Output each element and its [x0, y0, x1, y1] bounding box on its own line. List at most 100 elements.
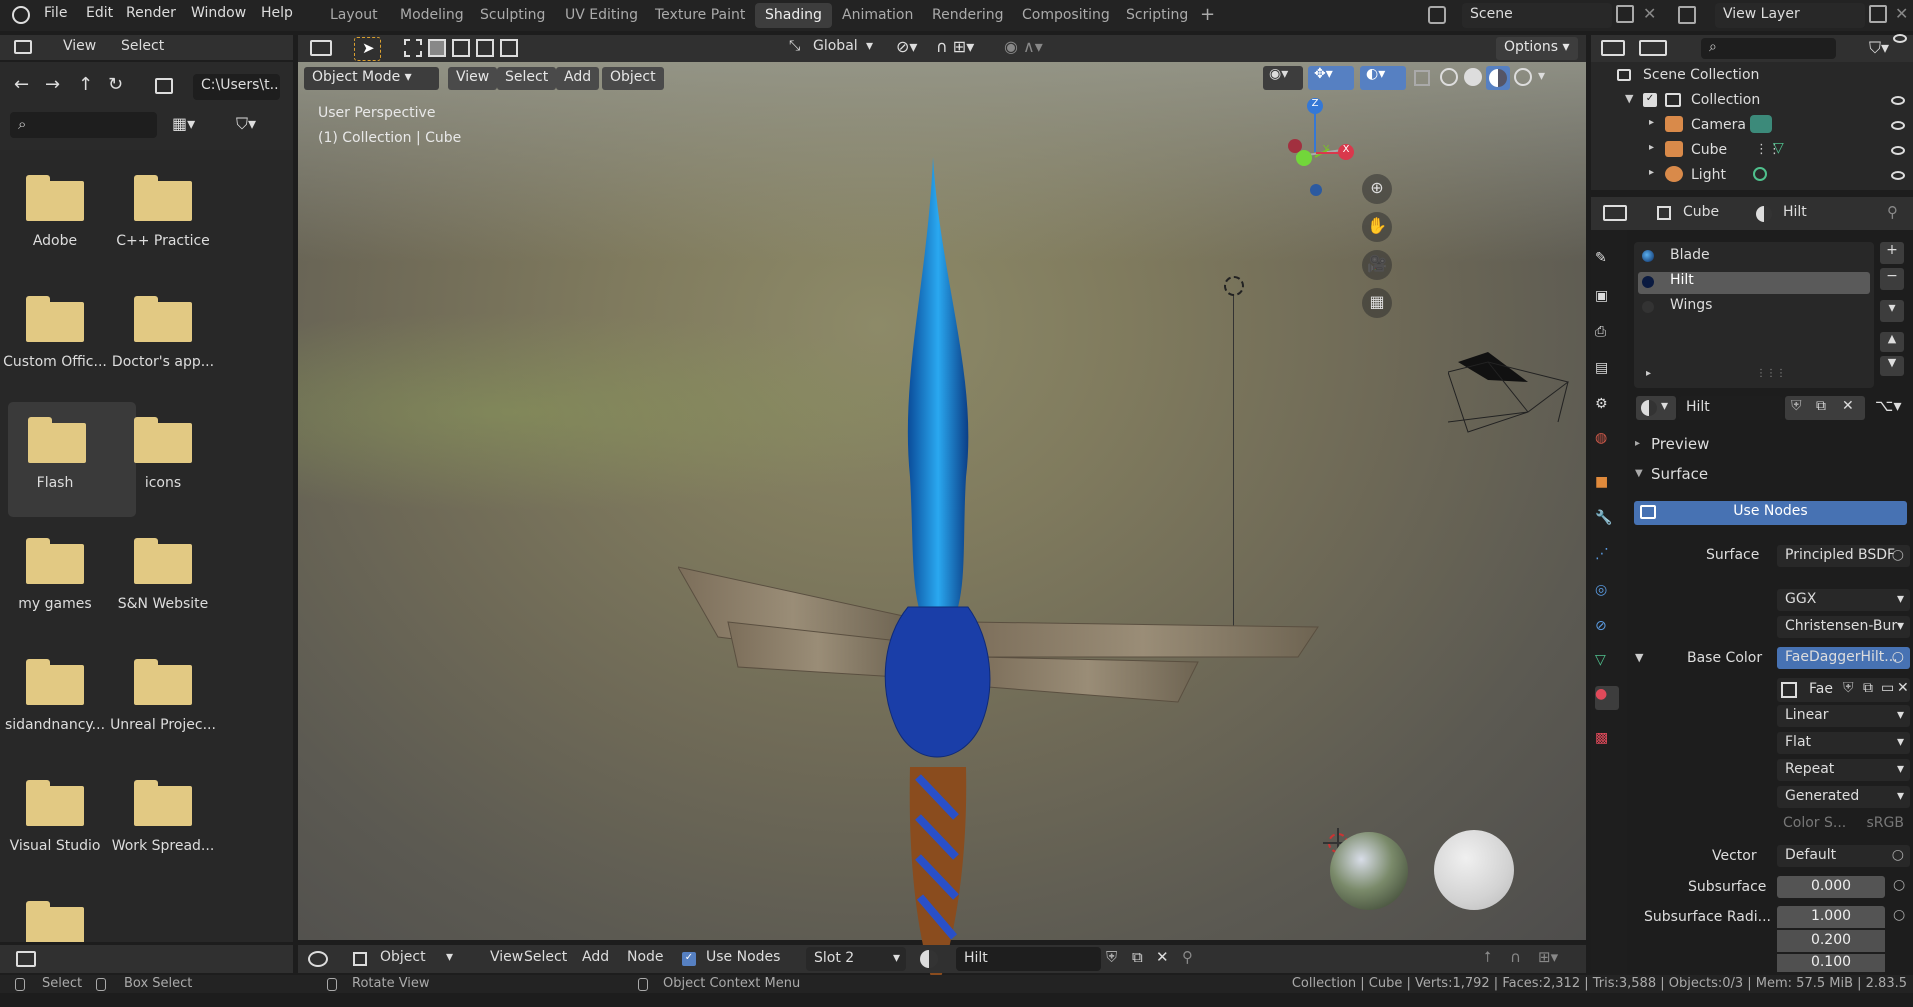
xray-icon[interactable] — [1414, 70, 1430, 86]
gizmo-x-axis[interactable]: X — [1338, 144, 1354, 160]
tab-animation[interactable]: Animation — [832, 3, 923, 28]
resize-handle[interactable]: ⋮⋮⋮ — [1756, 368, 1786, 379]
fb-menu-view[interactable]: View — [63, 38, 96, 54]
slot-item-hilt[interactable]: Hilt — [1670, 272, 1694, 288]
display-mode-icon[interactable]: ▦▾ — [172, 114, 195, 133]
fake-user-icon[interactable]: ⛨ — [1843, 680, 1854, 696]
path-field[interactable]: C:\Users\t... — [193, 74, 280, 100]
tab-modeling[interactable]: Modeling — [390, 3, 474, 28]
ne-menu-select[interactable]: Select — [524, 949, 567, 965]
source-dropdown[interactable]: Generated ▾ — [1777, 786, 1910, 808]
add-workspace-icon[interactable]: + — [1200, 4, 1215, 25]
pin-icon[interactable]: ⚲ — [1887, 203, 1898, 221]
new-view-layer-icon[interactable] — [1869, 5, 1887, 23]
fb-menu-select[interactable]: Select — [121, 38, 164, 54]
select-mode-invert-icon[interactable] — [476, 39, 494, 57]
forward-icon[interactable]: → — [45, 74, 60, 95]
vp-menu-object[interactable]: Object — [602, 67, 664, 90]
image-name-field[interactable]: Fae — [1809, 681, 1833, 697]
editor-type-icon[interactable] — [1601, 40, 1625, 56]
move-slot-up-button[interactable]: ▲ — [1880, 332, 1904, 352]
material-name-field[interactable]: Hilt — [956, 947, 1101, 971]
tab-layout[interactable]: Layout — [320, 3, 388, 28]
snap-icon[interactable]: ∩ ⊞▾ — [936, 37, 974, 56]
ne-menu-add[interactable]: Add — [582, 949, 609, 965]
folder-item[interactable]: Visual Studio — [0, 765, 110, 880]
view-layer-tab-icon[interactable]: ▤ — [1595, 360, 1619, 384]
file-search-input[interactable] — [10, 112, 157, 138]
material-name-input[interactable]: Hilt — [1678, 396, 1783, 420]
base-color-texture-field[interactable]: FaeDaggerHilt... ○ — [1777, 647, 1910, 669]
visibility-eye-icon[interactable] — [1891, 121, 1905, 130]
camera-view-icon[interactable]: 🎥 — [1362, 250, 1392, 280]
visibility-eye-icon[interactable] — [1893, 34, 1907, 43]
rendered-shading-icon[interactable] — [1514, 68, 1532, 86]
tab-rendering[interactable]: Rendering — [922, 3, 1014, 28]
editor-type-icon[interactable] — [308, 951, 328, 967]
extension-dropdown[interactable]: Repeat ▾ — [1777, 759, 1910, 781]
material-browse-button[interactable]: ▾ — [1636, 396, 1676, 420]
folder-item[interactable]: S&N Website — [108, 523, 218, 638]
folder-item[interactable]: icons — [108, 402, 218, 517]
unlink-image-icon[interactable]: ✕ — [1897, 680, 1909, 696]
zoom-icon[interactable]: ⊕ — [1362, 174, 1392, 204]
scene-collection-label[interactable]: Scene Collection — [1643, 67, 1759, 83]
scene-icon[interactable] — [1428, 6, 1446, 24]
ne-menu-view[interactable]: View — [490, 949, 523, 965]
delete-view-layer-icon[interactable]: ✕ — [1895, 4, 1908, 23]
refresh-icon[interactable]: ↻ — [108, 74, 123, 95]
shader-type-dropdown[interactable]: Object — [380, 949, 426, 965]
parent-node-tree-icon[interactable]: ⭡ — [1484, 948, 1491, 966]
folder-item[interactable]: my games — [0, 523, 110, 638]
surface-expand-icon[interactable]: ▼ — [1635, 468, 1643, 479]
use-nodes-button[interactable]: Use Nodes — [1634, 501, 1907, 525]
folder-item[interactable]: Custom Offic... — [0, 281, 110, 396]
slot-specials-button[interactable]: ▾ — [1880, 300, 1904, 322]
view-layer-field[interactable]: View Layer — [1715, 3, 1865, 28]
overlay-toggle-icon[interactable]: ◐▾ — [1360, 66, 1406, 90]
menu-file[interactable]: File — [44, 5, 67, 21]
material-browse-icon[interactable] — [920, 950, 938, 968]
mesh-data-icon[interactable]: ▽ — [1773, 140, 1784, 156]
tab-scripting[interactable]: Scripting — [1116, 3, 1198, 28]
new-scene-icon[interactable] — [1616, 5, 1634, 23]
tab-shading[interactable]: Shading — [755, 3, 832, 28]
editor-type-icon[interactable] — [1603, 205, 1627, 221]
data-tab-icon[interactable]: ▽ — [1595, 652, 1619, 676]
material-shading-icon[interactable] — [1486, 66, 1510, 90]
editor-type-icon[interactable] — [14, 40, 32, 54]
pin-icon[interactable]: ⚲ — [1182, 948, 1193, 966]
menu-window[interactable]: Window — [191, 5, 246, 21]
new-folder-icon[interactable] — [155, 78, 173, 94]
transform-orientation-dropdown[interactable]: Global — [813, 38, 858, 54]
surface-shader-field[interactable]: Principled BSDF ○ — [1777, 545, 1910, 567]
output-tab-icon[interactable]: ⎙ — [1595, 324, 1619, 348]
perspective-toggle-icon[interactable]: ▦ — [1362, 288, 1392, 318]
filter-icon[interactable]: ⛉▾ — [236, 114, 256, 134]
slot-item-blade[interactable]: Blade — [1670, 247, 1710, 263]
visibility-eye-icon[interactable] — [1891, 96, 1905, 105]
modifier-tab-icon[interactable]: 🔧 — [1595, 510, 1619, 534]
folder-item[interactable]: C++ Practice — [108, 160, 218, 275]
folder-item[interactable]: Unreal Projec... — [108, 644, 218, 759]
snap-element-icon[interactable]: ⊞▾ — [1538, 948, 1558, 966]
interpolation-dropdown[interactable]: Linear ▾ — [1777, 705, 1910, 727]
parent-dir-icon[interactable]: ↑ — [78, 74, 93, 95]
constraints-tab-icon[interactable]: ⊘ — [1595, 618, 1619, 642]
scene-tab-icon[interactable]: ⚙ — [1595, 396, 1619, 420]
3d-viewport[interactable]: Object Mode ▾ View Select Add Object Use… — [298, 62, 1586, 992]
subsurface-method-dropdown[interactable]: Christensen-Bur ▾ — [1777, 616, 1910, 638]
slot-dropdown[interactable]: Slot 2 ▾ — [806, 947, 906, 971]
select-tool-icon[interactable]: ➤ — [354, 37, 381, 61]
particles-tab-icon[interactable]: ⋰ — [1595, 546, 1619, 570]
distribution-dropdown[interactable]: GGX ▾ — [1777, 589, 1910, 611]
back-icon[interactable]: ← — [14, 74, 29, 95]
subsurface-radius-x[interactable]: 1.000 — [1777, 906, 1885, 928]
preview-expand-icon[interactable]: ▸ — [1635, 438, 1640, 449]
duplicate-material-icon[interactable]: ⧉ — [1132, 948, 1143, 966]
expand-icon[interactable]: ▸ — [1646, 368, 1651, 379]
tab-texture-paint[interactable]: Texture Paint — [645, 3, 755, 28]
folder-item[interactable]: sidandnancy... — [0, 644, 110, 759]
wireframe-shading-icon[interactable] — [1440, 68, 1458, 86]
filter-icon[interactable]: ⛉▾ — [1869, 38, 1889, 58]
